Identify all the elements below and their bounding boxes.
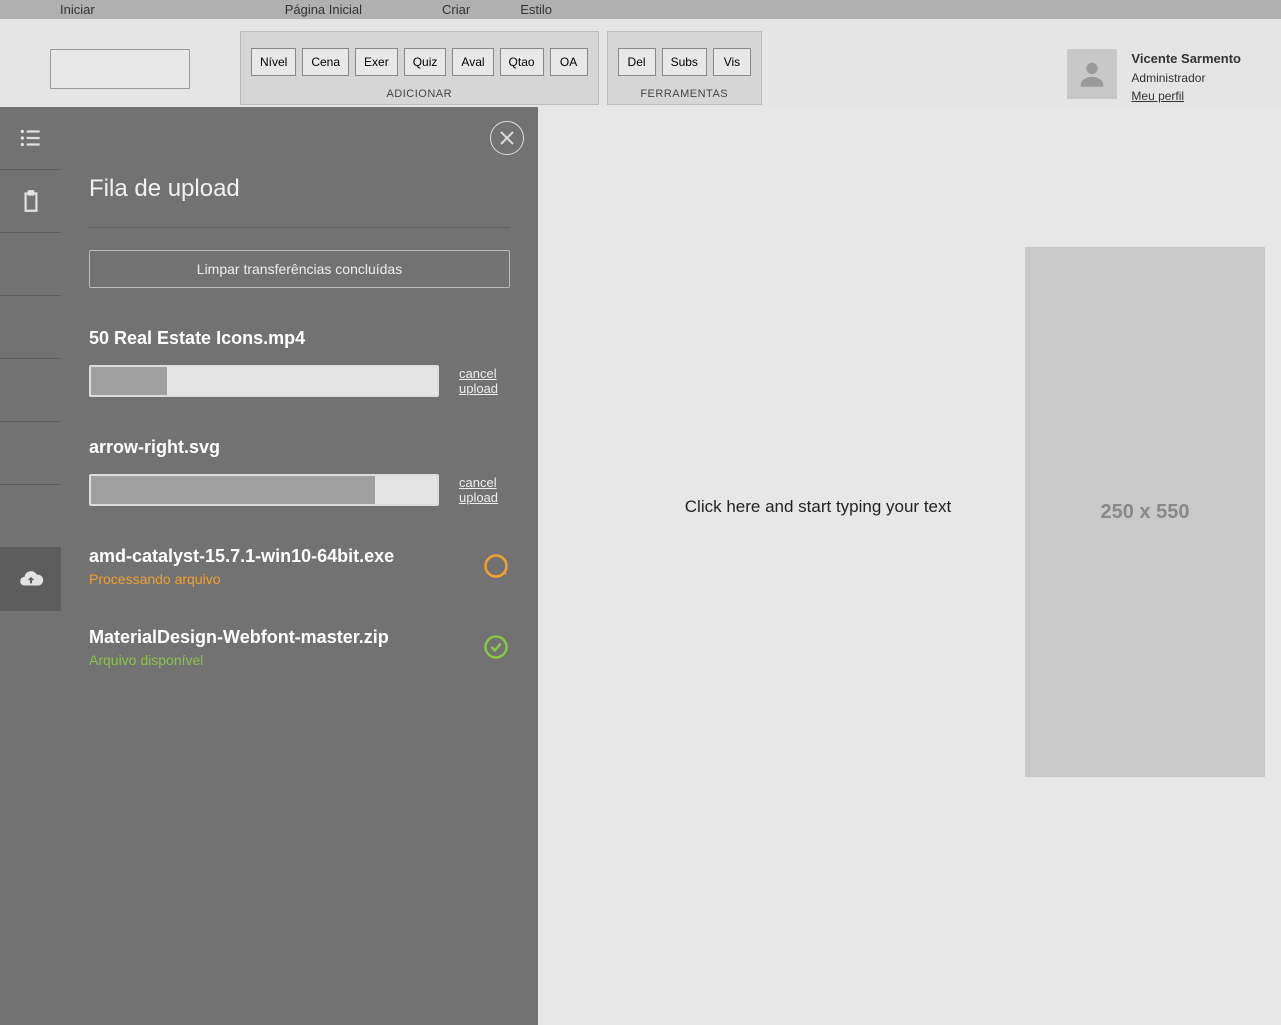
panel-divider bbox=[89, 227, 510, 228]
upload-panel: Fila de upload Limpar transferências con… bbox=[61, 107, 538, 1025]
nav-estilo[interactable]: Estilo bbox=[500, 2, 572, 17]
close-button[interactable] bbox=[490, 121, 524, 155]
ribbon-group-adicionar: Nível Cena Exer Quiz Aval Qtao OA ADICIO… bbox=[240, 31, 599, 105]
progress-bar bbox=[89, 365, 439, 397]
rail-empty-1 bbox=[0, 233, 61, 296]
ribbon-empty-box[interactable] bbox=[50, 49, 190, 89]
rail-empty-2 bbox=[0, 296, 61, 359]
avatar[interactable] bbox=[1067, 49, 1117, 99]
btn-quiz[interactable]: Quiz bbox=[404, 48, 447, 76]
progress-bar bbox=[89, 474, 439, 506]
upload-item: arrow-right.svg cancel upload bbox=[89, 437, 510, 506]
cancel-upload-link[interactable]: cancel upload bbox=[459, 366, 510, 396]
btn-nivel[interactable]: Nível bbox=[251, 48, 296, 76]
ribbon-group-ferramentas: Del Subs Vis FERRAMENTAS bbox=[607, 31, 762, 105]
btn-cena[interactable]: Cena bbox=[302, 48, 349, 76]
top-nav: Iniciar Página Inicial Criar Estilo bbox=[0, 0, 1281, 19]
status-processing-text: Processando arquivo bbox=[89, 571, 482, 587]
rail-list[interactable] bbox=[0, 107, 61, 170]
left-rail bbox=[0, 107, 61, 1025]
file-name: amd-catalyst-15.7.1-win10-64bit.exe bbox=[89, 546, 482, 567]
ribbon: Nível Cena Exer Quiz Aval Qtao OA ADICIO… bbox=[0, 19, 1281, 107]
cloud-upload-icon bbox=[18, 566, 44, 592]
btn-vis[interactable]: Vis bbox=[713, 48, 751, 76]
file-name: MaterialDesign-Webfont-master.zip bbox=[89, 627, 482, 648]
cancel-upload-link[interactable]: cancel upload bbox=[459, 475, 510, 505]
file-name: arrow-right.svg bbox=[89, 437, 510, 458]
upload-item: amd-catalyst-15.7.1-win10-64bit.exe Proc… bbox=[89, 546, 510, 587]
upload-item: 50 Real Estate Icons.mp4 cancel upload bbox=[89, 328, 510, 397]
rail-clipboard[interactable] bbox=[0, 170, 61, 233]
ferramentas-label: FERRAMENTAS bbox=[608, 88, 761, 100]
panel-title: Fila de upload bbox=[89, 175, 510, 203]
rail-empty-5 bbox=[0, 485, 61, 548]
adicionar-label: ADICIONAR bbox=[241, 88, 598, 100]
content-area: Click here and start typing your text 25… bbox=[538, 107, 1281, 1025]
progress-fill bbox=[91, 476, 375, 504]
user-name: Vicente Sarmento bbox=[1131, 49, 1241, 69]
status-done-text: Arquivo disponível bbox=[89, 652, 482, 668]
file-name: 50 Real Estate Icons.mp4 bbox=[89, 328, 510, 349]
main: Fila de upload Limpar transferências con… bbox=[0, 107, 1281, 1025]
btn-aval[interactable]: Aval bbox=[452, 48, 493, 76]
nav-iniciar[interactable]: Iniciar bbox=[40, 2, 115, 17]
content-text-placeholder[interactable]: Click here and start typing your text bbox=[618, 497, 1018, 517]
close-icon bbox=[500, 131, 514, 145]
done-icon bbox=[482, 633, 510, 666]
btn-qtao[interactable]: Qtao bbox=[500, 48, 544, 76]
nav-criar[interactable]: Criar bbox=[422, 2, 490, 17]
image-placeholder[interactable]: 250 x 550 bbox=[1025, 247, 1265, 777]
btn-del[interactable]: Del bbox=[618, 48, 656, 76]
rail-empty-4 bbox=[0, 422, 61, 485]
upload-item: MaterialDesign-Webfont-master.zip Arquiv… bbox=[89, 627, 510, 668]
btn-subs[interactable]: Subs bbox=[662, 48, 707, 76]
btn-oa[interactable]: OA bbox=[550, 48, 588, 76]
user-icon bbox=[1075, 57, 1109, 91]
clipboard-icon bbox=[18, 188, 44, 214]
rail-upload[interactable] bbox=[0, 548, 61, 611]
user-profile-link[interactable]: Meu perfil bbox=[1131, 87, 1241, 105]
user-info: Vicente Sarmento Administrador Meu perfi… bbox=[1131, 49, 1241, 105]
btn-exer[interactable]: Exer bbox=[355, 48, 398, 76]
clear-completed-button[interactable]: Limpar transferências concluídas bbox=[89, 250, 510, 288]
user-role: Administrador bbox=[1131, 69, 1241, 87]
nav-pagina-inicial[interactable]: Página Inicial bbox=[265, 2, 382, 17]
rail-empty-3 bbox=[0, 359, 61, 422]
user-area: Vicente Sarmento Administrador Meu perfi… bbox=[1067, 31, 1281, 105]
progress-fill bbox=[91, 367, 167, 395]
ribbon-left-area bbox=[0, 31, 240, 89]
list-icon bbox=[18, 125, 44, 151]
processing-icon bbox=[482, 552, 510, 585]
